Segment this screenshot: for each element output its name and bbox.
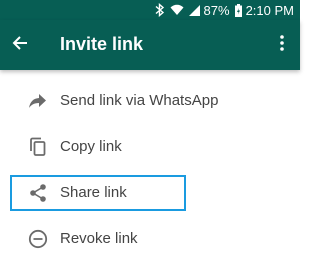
copy-link-label: Copy link (60, 138, 122, 155)
copy-link-item[interactable]: Copy link (0, 124, 300, 170)
page-title: Invite link (60, 34, 144, 54)
status-bar: 87% 2:10 PM (0, 0, 300, 20)
clock: 2:10 PM (245, 2, 294, 18)
send-link-via-whatsapp-item[interactable]: Send link via WhatsApp (0, 78, 300, 124)
share-link-label: Share link (60, 184, 127, 201)
back-button[interactable] (8, 33, 32, 57)
send-link-label: Send link via WhatsApp (60, 92, 219, 109)
more-vertical-icon (280, 34, 284, 56)
signal-icon (188, 4, 200, 16)
bluetooth-icon (155, 3, 165, 17)
revoke-link-item[interactable]: Revoke link (0, 216, 300, 262)
battery-percent: 87% (203, 2, 230, 18)
app-bar: Invite link (0, 20, 300, 70)
share-link-item[interactable]: Share link (0, 170, 300, 216)
arrow-left-icon (12, 35, 28, 56)
more-options-button[interactable] (272, 33, 292, 57)
share-icon (26, 181, 50, 205)
revoke-link-label: Revoke link (60, 230, 138, 247)
wifi-icon (170, 4, 184, 16)
remove-circle-icon (26, 227, 50, 251)
forward-arrow-icon (26, 89, 50, 113)
battery-icon (234, 3, 242, 17)
copy-icon (26, 135, 50, 159)
